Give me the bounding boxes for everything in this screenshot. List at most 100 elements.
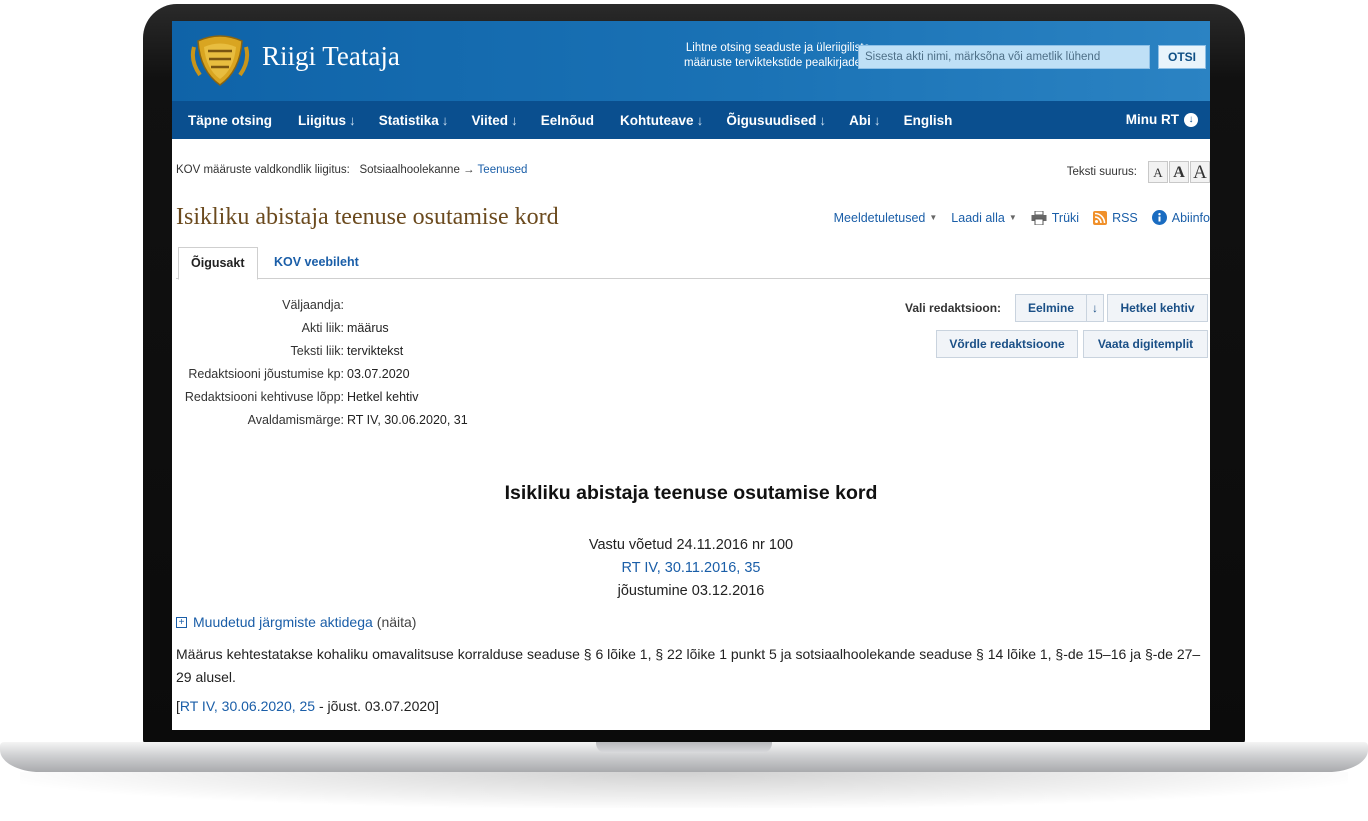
nav-arrow-icon: ↓ xyxy=(696,112,704,128)
meta-label: Väljaandja: xyxy=(282,298,344,312)
act-metadata: Väljaandja: Akti liik: määrus Teksti lii… xyxy=(172,279,1210,451)
meta-label: Redaktsiooni kehtivuse lõpp: xyxy=(184,390,344,404)
rss-label: RSS xyxy=(1112,210,1138,225)
chevron-down-circle-icon: ↓ xyxy=(1184,112,1198,127)
my-rt-label: Minu RT xyxy=(1125,112,1179,127)
search-hint: Lihtne otsing seaduste ja üleriigiliste … xyxy=(638,41,870,71)
nav-label: Täpne otsing xyxy=(188,112,272,128)
text-size-large-button[interactable]: A xyxy=(1190,161,1210,183)
expand-plus-icon: + xyxy=(176,616,187,628)
text-size-medium-button[interactable]: A xyxy=(1169,161,1189,183)
page-title: Isikliku abistaja teenuse osutamise kord xyxy=(176,204,559,230)
nav-label: Eelnõud xyxy=(540,112,595,128)
printer-icon xyxy=(1031,210,1047,225)
caret-down-icon: ▼ xyxy=(929,213,938,222)
main-nav: Täpne otsing Liigitus ↓ Statistika ↓ Viite… xyxy=(172,101,1210,139)
help-label: Abiinfo xyxy=(1171,210,1210,225)
laptop-notch xyxy=(596,742,772,753)
ref-rest: - jõust. 03.07.2020] xyxy=(315,698,439,714)
nav-label: Statistika xyxy=(378,112,439,128)
reminders-label: Meeldetuletused xyxy=(833,210,926,225)
print-link[interactable]: Trüki xyxy=(1031,210,1080,225)
text-size-control: Teksti suurus: A A A xyxy=(1067,161,1210,183)
search-button[interactable]: OTSI xyxy=(1158,45,1206,69)
tab-oigusakt[interactable]: Õigusakt xyxy=(178,247,258,280)
nav-item-abi[interactable]: Abi ↓ xyxy=(849,113,881,128)
help-link[interactable]: Abiinfo xyxy=(1151,210,1210,225)
reminders-dropdown[interactable]: Meeldetuletused ▼ xyxy=(834,211,938,225)
nav-label: Abi xyxy=(849,112,871,128)
breadcrumb-link[interactable]: Teenused xyxy=(478,164,528,176)
nav-arrow-icon: ↓ xyxy=(819,112,827,128)
title-row: Isikliku abistaja teenuse osutamise kord… xyxy=(172,191,1210,245)
nav-label: Viited xyxy=(471,112,509,128)
amended-show[interactable]: (näita) xyxy=(377,614,417,630)
nav-arrow-icon: ↓ xyxy=(441,112,449,128)
nav-arrow-icon: ↓ xyxy=(511,112,518,128)
previous-redaction-button[interactable]: Eelmine xyxy=(1015,294,1087,322)
publication-link[interactable]: RT IV, 30.11.2016, 35 xyxy=(172,560,1210,576)
nav-arrow-icon: ↓ xyxy=(873,112,881,128)
download-label: Laadi alla xyxy=(951,210,1005,225)
meta-value: terviktekst xyxy=(347,344,404,358)
estonian-crest-icon[interactable] xyxy=(188,27,252,91)
view-digital-stamp-button[interactable]: Vaata digitemplit xyxy=(1083,330,1208,358)
entry-into-force-line: jõustumine 03.12.2016 xyxy=(617,583,765,599)
nav-label: Kohtuteave xyxy=(620,112,694,128)
meta-label: Avaldamismärge: xyxy=(247,413,344,427)
tab-kov-veebileht[interactable]: KOV veebileht xyxy=(262,247,371,280)
nav-item-statistika[interactable]: Statistika ↓ xyxy=(379,113,449,128)
redaction-label: Vali redaktsioon: xyxy=(905,301,1002,315)
nav-item-eelnoud[interactable]: Eelnõud xyxy=(541,113,597,128)
meta-label: Akti liik: xyxy=(301,321,344,335)
current-redaction-button[interactable]: Hetkel kehtiv xyxy=(1107,294,1208,322)
print-label: Trüki xyxy=(1051,210,1080,225)
meta-label: Teksti liik: xyxy=(290,344,344,358)
my-rt-menu[interactable]: Minu RT ↓ xyxy=(1126,112,1198,127)
nav-item-oigusuudised[interactable]: Õigusuudised ↓ xyxy=(726,113,826,128)
search-hint-line: määruste terviktekstide pealkirjadest xyxy=(684,57,870,69)
legal-basis-text: Määrus kehtestatakse kohaliku omavalitsu… xyxy=(176,646,1201,685)
meta-label: Redaktsiooni jõustumise kp: xyxy=(188,367,344,381)
rss-link[interactable]: RSS xyxy=(1093,210,1138,225)
nav-label: English xyxy=(903,112,953,128)
laptop-shadow xyxy=(20,772,1348,808)
breadcrumb-category: Sotsiaalhoolekanne → xyxy=(359,164,475,176)
meta-value: Hetkel kehtiv xyxy=(347,390,419,404)
nav-item-tapne-otsing[interactable]: Täpne otsing xyxy=(188,113,275,128)
amendment-reference: [RT IV, 30.06.2020, 25 - jõust. 03.07.20… xyxy=(176,698,439,714)
nav-item-viited[interactable]: Viited ↓ xyxy=(472,113,518,128)
nav-label: Liigitus xyxy=(298,112,346,128)
breadcrumb-prefix: KOV määruste valdkondlik liigitus: xyxy=(176,164,350,176)
site-title[interactable]: Riigi Teataja xyxy=(262,41,400,72)
browser-screen: Riigi Teataja Lihtne otsing seaduste ja … xyxy=(172,21,1210,730)
info-icon xyxy=(1151,210,1167,225)
breadcrumb: KOV määruste valdkondlik liigitus: Sotsi… xyxy=(176,164,527,176)
text-size-label: Teksti suurus: xyxy=(1066,166,1137,178)
nav-item-liigitus[interactable]: Liigitus ↓ xyxy=(298,113,356,128)
meta-value: RT IV, 30.06.2020, 31 xyxy=(347,413,468,427)
adopted-line: Vastu võetud 24.11.2016 nr 100 xyxy=(588,537,794,553)
meta-value: 03.07.2020 xyxy=(347,367,410,381)
download-dropdown[interactable]: Laadi alla ▼ xyxy=(951,211,1016,225)
search-hint-line: Lihtne otsing seaduste ja üleriigiliste xyxy=(685,42,870,54)
search-input[interactable] xyxy=(858,45,1150,69)
caret-down-icon: ▼ xyxy=(1008,213,1017,222)
text-size-small-button[interactable]: A xyxy=(1148,161,1168,183)
site-header: Riigi Teataja Lihtne otsing seaduste ja … xyxy=(172,21,1210,101)
amended-link[interactable]: Muudetud järgmiste aktidega xyxy=(193,614,373,630)
document-title: Isikliku abistaja teenuse osutamise kord xyxy=(504,482,878,504)
breadcrumb-row: KOV määruste valdkondlik liigitus: Sotsi… xyxy=(172,139,1210,191)
page-tools: Meeldetuletused▼ Laadi alla▼ Trüki RSS xyxy=(820,210,1210,225)
amendment-reference-link[interactable]: RT IV, 30.06.2020, 25 xyxy=(180,698,315,714)
tab-bar: Õigusakt KOV veebileht xyxy=(176,245,1210,280)
rss-icon xyxy=(1093,210,1108,225)
compare-redactions-button[interactable]: Võrdle redaktsioone xyxy=(936,330,1078,358)
nav-arrow-icon: ↓ xyxy=(349,112,356,128)
nav-label: Õigusuudised xyxy=(726,112,817,128)
nav-item-kohtuteave[interactable]: Kohtuteave ↓ xyxy=(620,113,703,128)
amended-acts-toggle[interactable]: + Muudetud järgmiste aktidega (näita) xyxy=(176,614,416,630)
redaction-history-arrow-icon[interactable]: ↓ xyxy=(1086,294,1104,322)
nav-item-english[interactable]: English xyxy=(904,113,956,128)
meta-value: määrus xyxy=(347,321,389,335)
